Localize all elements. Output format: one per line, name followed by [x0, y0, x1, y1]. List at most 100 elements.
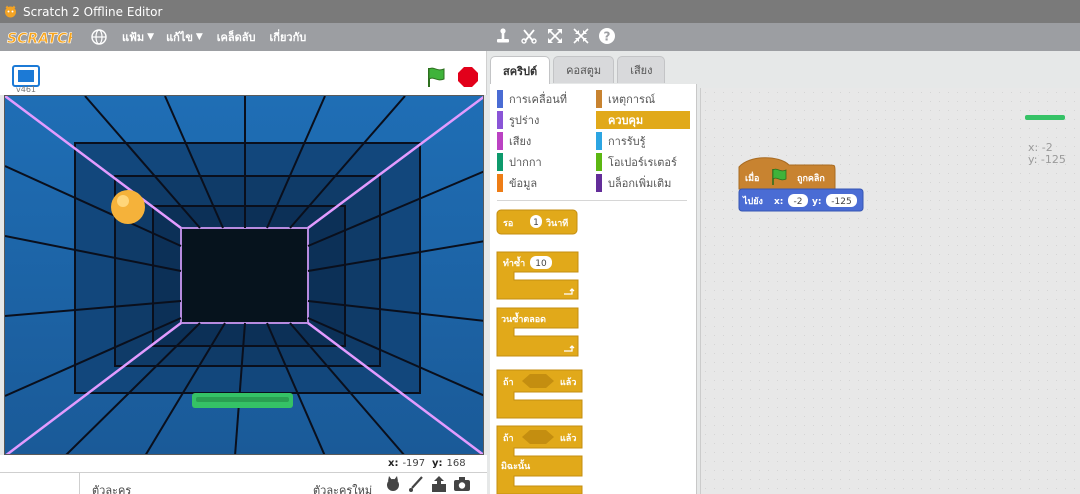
sprite-y-label: y:	[1028, 153, 1038, 166]
block-if-label: ถ้า	[503, 377, 514, 388]
stop-icon[interactable]	[457, 66, 479, 88]
category-color-swatch	[497, 132, 503, 150]
category-label: โอเปอร์เรเตอร์	[608, 156, 677, 169]
goto-xy-block[interactable]: ไปยัง x: -2 y: -125	[738, 188, 864, 212]
new-sprite-label: ตัวละครใหม่	[313, 484, 373, 494]
paint-brush-icon[interactable]	[407, 475, 425, 493]
category-item[interactable]: โอเปอร์เรเตอร์	[596, 153, 690, 171]
duplicate-stamp-icon[interactable]	[494, 27, 512, 45]
menu-bar: SCRATCH แฟ้ม ▼ แก้ไข ▼ เคล็ดลับ เกี่ยวกับ	[0, 23, 1080, 51]
sprite-thumbnail	[1025, 115, 1065, 120]
editor-tabs: สคริปต์ คอสตูม เสียง	[490, 56, 666, 84]
tab-scripts[interactable]: สคริปต์	[490, 56, 551, 84]
category-item[interactable]: บล็อกเพิ่มเติม	[596, 174, 690, 192]
category-item[interactable]: เหตุการณ์	[596, 90, 690, 108]
menu-tips[interactable]: เคล็ดลับ	[217, 28, 256, 46]
block-if-else[interactable]: ถ้า แล้ว มิฉะนั้น	[496, 425, 583, 494]
category-item[interactable]: การรับรู้	[596, 132, 690, 150]
language-globe-icon[interactable]	[90, 28, 108, 46]
category-label: การรับรู้	[608, 135, 646, 148]
block-if-else-then-label: แล้ว	[560, 433, 576, 444]
category-label: บล็อกเพิ่มเติม	[608, 177, 672, 190]
block-wait-label: รอ	[503, 219, 513, 229]
goto-y-input[interactable]: -125	[831, 197, 851, 207]
menu-about[interactable]: เกี่ยวกับ	[270, 28, 307, 46]
category-color-swatch	[596, 132, 602, 150]
script-stack: เมื่อ ถูกคลิก ไปยัง x: -2 y: -125	[738, 157, 864, 212]
camera-icon[interactable]	[453, 475, 471, 493]
shrink-icon[interactable]	[572, 27, 590, 45]
goto-y-label: y:	[812, 197, 821, 207]
hat-clicked-label: ถูกคลิก	[797, 173, 825, 184]
stage-thumbnail-panel[interactable]	[0, 473, 80, 494]
block-repeat[interactable]: ทำซ้ำ 10	[496, 251, 579, 300]
grow-icon[interactable]	[546, 27, 564, 45]
block-then-label: แล้ว	[560, 377, 576, 388]
category-item[interactable]: ปากกา	[497, 153, 591, 171]
category-color-swatch	[497, 90, 503, 108]
category-color-swatch	[596, 153, 602, 171]
ball-sprite	[111, 190, 145, 224]
version-label: v461	[16, 85, 37, 94]
palette-blocks: รอ 1 วินาที ทำซ้ำ 10 วนซ้ำตลอด ถ้า แล้ว …	[496, 209, 583, 494]
chevron-down-icon: ▼	[147, 32, 155, 42]
mouse-y-value: 168	[446, 458, 466, 469]
block-wait[interactable]: รอ 1 วินาที	[496, 209, 578, 235]
category-item[interactable]: เสียง	[497, 132, 591, 150]
category-label: ข้อมูล	[509, 177, 538, 190]
stage-header: v461	[0, 51, 487, 95]
block-repeat-value[interactable]: 10	[535, 259, 547, 269]
title-bar: Scratch 2 Offline Editor	[0, 0, 1080, 23]
category-item[interactable]: รูปร่าง	[497, 111, 591, 129]
goto-x-input[interactable]: -2	[794, 197, 803, 207]
category-item[interactable]: การเคลื่อนที่	[497, 90, 591, 108]
cut-scissors-icon[interactable]	[520, 27, 538, 45]
green-flag-icon[interactable]	[425, 66, 447, 88]
block-if-then[interactable]: ถ้า แล้ว	[496, 369, 583, 419]
sprites-label: ตัวละคร	[92, 484, 132, 494]
scratch-logo[interactable]: SCRATCH	[6, 27, 72, 47]
choose-sprite-from-library-icon[interactable]	[384, 475, 402, 493]
svg-text:?: ?	[604, 30, 611, 44]
x-label: x:	[388, 458, 399, 469]
menu-file[interactable]: แฟ้ม ▼	[122, 28, 154, 46]
mouse-coordinates: x: -197 y: 168	[0, 455, 487, 472]
category-label: เหตุการณ์	[608, 93, 656, 106]
category-color-swatch	[497, 153, 503, 171]
y-label: y:	[432, 458, 443, 469]
fullscreen-icon[interactable]	[12, 65, 40, 87]
block-wait-value[interactable]: 1	[533, 218, 539, 228]
goto-label: ไปยัง	[742, 195, 763, 207]
category-color-swatch	[596, 111, 602, 129]
upload-sprite-icon[interactable]	[430, 475, 448, 493]
goto-x-label: x:	[774, 197, 783, 207]
svg-text:SCRATCH: SCRATCH	[7, 31, 72, 47]
category-label: เสียง	[509, 135, 532, 148]
category-color-swatch	[596, 90, 602, 108]
tab-sounds[interactable]: เสียง	[617, 56, 666, 83]
category-label: ควบคุม	[608, 114, 644, 127]
tab-costumes[interactable]: คอสตูม	[553, 56, 615, 83]
scratch-cat-icon	[5, 5, 16, 18]
block-if-else-if-label: ถ้า	[503, 433, 514, 444]
block-wait-unit: วินาที	[545, 218, 568, 229]
block-forever[interactable]: วนซ้ำตลอด	[496, 307, 579, 357]
help-icon[interactable]: ?	[598, 27, 616, 45]
sprite-pane-header: ตัวละคร ตัวละครใหม่	[0, 472, 487, 494]
sprite-y-value: -125	[1040, 153, 1066, 166]
category-item[interactable]: ข้อมูล	[497, 174, 591, 192]
pong-tunnel-backdrop	[5, 96, 483, 454]
category-color-swatch	[497, 174, 503, 192]
category-item[interactable]: ควบคุม	[596, 111, 690, 129]
window-title: Scratch 2 Offline Editor	[23, 4, 163, 19]
category-label: ปากกา	[509, 156, 542, 169]
category-color-swatch	[596, 174, 602, 192]
stage-canvas[interactable]	[4, 95, 484, 455]
when-flag-clicked-hat-block[interactable]: เมื่อ ถูกคลิก	[738, 157, 836, 190]
menu-edit[interactable]: แก้ไข ▼	[166, 28, 203, 46]
script-area[interactable]: x: -2 y: -125 เมื่อ ถูกคลิก ไปยัง x: -2 …	[700, 88, 1080, 494]
mouse-x-value: -197	[402, 458, 426, 469]
block-palette: การเคลื่อนที่ เหตุการณ์รูปร่าง ควบคุมเสียง…	[490, 84, 697, 494]
category-color-swatch	[497, 111, 503, 129]
category-label: การเคลื่อนที่	[509, 93, 567, 106]
